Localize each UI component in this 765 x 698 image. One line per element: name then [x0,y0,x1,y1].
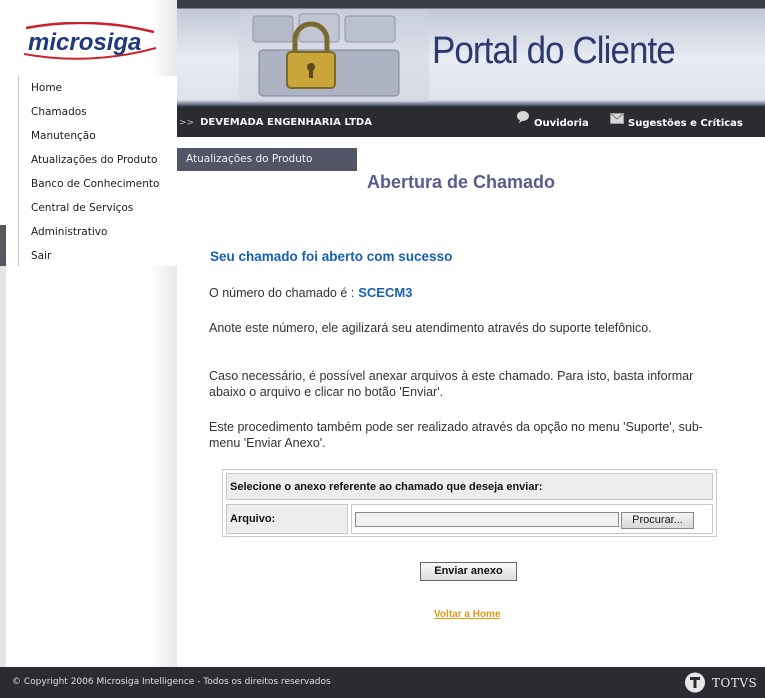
nav-item-central-servicos[interactable]: Central de Serviços [31,198,133,218]
note-text: Anote este número, ele agilizará seu ate… [209,321,652,335]
totvs-logo: TOTVS [684,672,757,693]
ouvidoria-link[interactable]: Ouvidoria [516,107,589,137]
ticket-label: O número do chamado é : [209,286,355,300]
footer: © Copyright 2006 Microsiga Intelligence … [0,667,765,698]
sugestoes-link[interactable]: Sugestões e Críticas [610,107,743,137]
company-label: DEVEMADA ENGENHARIA LTDA [200,117,372,128]
nav-item-chamados[interactable]: Chamados [31,102,87,122]
page-title: Abertura de Chamado [367,172,556,192]
nav-item-home[interactable]: Home [31,78,62,98]
success-message: Seu chamado foi aberto com sucesso [210,249,453,264]
speech-bubble-icon [516,105,530,139]
upload-header: Selecione o anexo referente ao chamado q… [226,473,713,500]
logo-swoosh-icon: microsiga [23,21,157,60]
banner-title: Portal do Cliente [432,30,676,72]
ticket-line: O número do chamado é : SCECM3 [209,285,729,301]
double-arrow-icon: >> [179,118,195,128]
ticket-number: SCECM3 [358,285,413,300]
menu-info-text: Este procedimento também pode ser realiz… [209,420,703,450]
portal-banner: Portal do Cliente [177,0,765,107]
copyright-text: © Copyright 2006 Microsiga Intelligence … [12,677,331,687]
nav-item-sair[interactable]: Sair [31,246,51,266]
padlock-keyboard-icon [239,10,429,102]
top-bar: >> DEVEMADA ENGENHARIA LTDA Ouvidoria Sug… [177,107,765,137]
totvs-circle-icon [685,672,705,693]
send-attachment-button[interactable]: Enviar anexo [420,562,517,581]
file-path-input[interactable] [355,512,619,527]
ouvidoria-label: Ouvidoria [534,118,589,129]
back-home-link[interactable]: Voltar a Home [434,609,501,620]
nav-item-manutencao[interactable]: Manutenção [31,126,96,146]
microsiga-logo[interactable]: microsiga [20,21,160,62]
logo-text: microsiga [28,29,141,56]
totvs-text: TOTVS [712,676,758,690]
sugestoes-label: Sugestões e Críticas [628,118,743,129]
nav-item-administrativo[interactable]: Administrativo [31,222,107,242]
browse-button[interactable]: Procurar... [621,512,694,529]
attach-info-text: Caso necessário, é possível anexar arqui… [209,369,694,399]
envelope-icon [610,105,624,139]
sidebar-edge [0,0,6,667]
file-field-cell: Procurar... [351,504,713,534]
nav-item-atualizacoes[interactable]: Atualizações do Produto [31,150,157,170]
main-nav: Home Chamados Manutenção Atualizações do… [18,76,177,266]
upload-table: Selecione o anexo referente ao chamado q… [222,469,717,537]
nav-item-banco-conhecimento[interactable]: Banco de Conhecimento [31,174,159,194]
file-field-label: Arquivo: [226,504,348,534]
company-name: >> DEVEMADA ENGENHARIA LTDA [179,107,372,137]
breadcrumb: Atualizações do Produto [177,148,357,171]
